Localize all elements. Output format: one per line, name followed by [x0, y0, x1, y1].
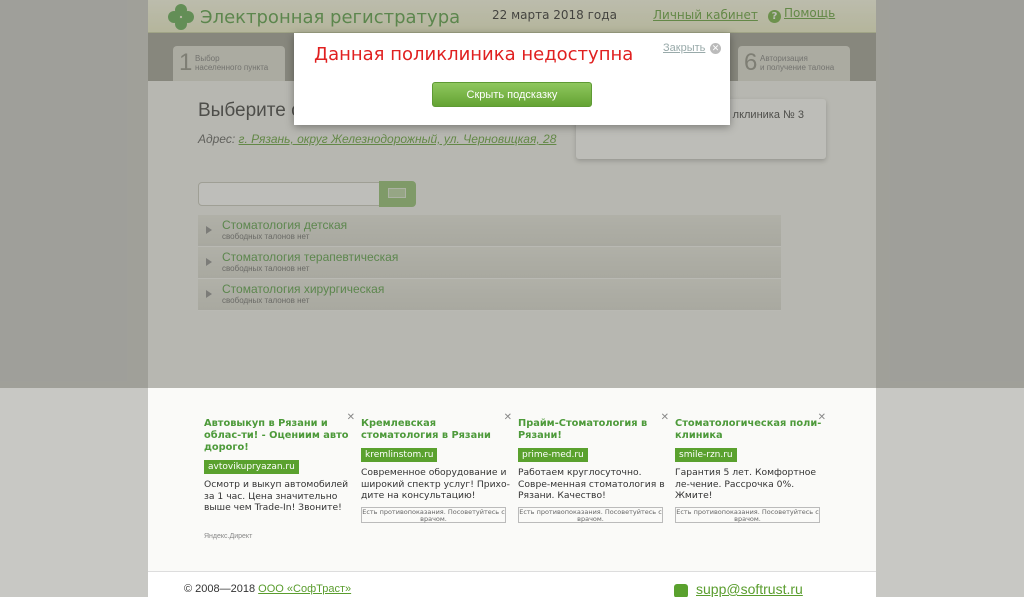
hide-hint-button[interactable]: Скрыть подсказку — [432, 82, 592, 107]
ad-text: Гарантия 5 лет. Комфортное ле-чение. Рас… — [675, 467, 816, 501]
company-link[interactable]: ООО «СофТраст» — [258, 583, 351, 595]
close-icon[interactable]: ✕ — [661, 412, 669, 423]
ad-headline[interactable]: Кремлевская стоматология в Рязани — [361, 418, 511, 442]
ad-domain[interactable]: kremlinstom.ru — [361, 448, 438, 462]
ad-warning: Есть противопоказания. Посоветуйтесь с в… — [518, 506, 663, 523]
ads-block: ✕ Автовыкуп в Рязани и облас-ти! - Оцени… — [148, 388, 876, 571]
ad-text: Современное оборудование и широкий спект… — [361, 467, 510, 501]
ad-item[interactable]: ✕ Прайм-Стоматология в Рязани! prime-med… — [518, 412, 669, 523]
ad-domain[interactable]: avtovikupryazan.ru — [204, 460, 299, 474]
footer: © 2008—2018 ООО «СофТраст» supp@softrust… — [148, 571, 876, 597]
ad-domain[interactable]: prime-med.ru — [518, 448, 588, 462]
ad-warning: Есть противопоказания. Посоветуйтесь с в… — [361, 506, 506, 523]
modal-close-link[interactable]: Закрыть — [663, 42, 705, 54]
ad-headline[interactable]: Стоматологическая поли-клиника — [675, 418, 825, 442]
support-email-link[interactable]: supp@softrust.ru — [696, 581, 803, 597]
ad-headline[interactable]: Автовыкуп в Рязани и облас-ти! - Оцениим… — [204, 418, 354, 454]
ad-domain[interactable]: smile-rzn.ru — [675, 448, 737, 462]
ad-item[interactable]: ✕ Кремлевская стоматология в Рязани krem… — [361, 412, 512, 523]
ad-warning: Есть противопоказания. Посоветуйтесь с в… — [675, 506, 820, 523]
ad-headline[interactable]: Прайм-Стоматология в Рязани! — [518, 418, 668, 442]
copyright: © 2008—2018 ООО «СофТраст» — [184, 583, 351, 595]
modal-title: Данная поликлиника недоступна — [314, 44, 634, 65]
email-icon — [674, 584, 688, 597]
close-icon[interactable]: ✕ — [347, 412, 355, 423]
ad-text: Осмотр и выкуп автомобилей за 1 час. Цен… — [204, 479, 349, 513]
ad-text: Работаем круглосуточно. Совре-менная сто… — [518, 467, 665, 501]
ad-item[interactable]: ✕ Стоматологическая поли-клиника smile-r… — [675, 412, 826, 523]
close-icon[interactable]: ✕ — [504, 412, 512, 423]
ad-item[interactable]: ✕ Автовыкуп в Рязани и облас-ти! - Оцени… — [204, 412, 355, 514]
close-icon[interactable]: ✕ — [710, 43, 721, 54]
close-icon[interactable]: ✕ — [818, 412, 826, 423]
unavailable-modal: Данная поликлиника недоступна Закрыть ✕ … — [294, 33, 730, 125]
yandex-direct-label[interactable]: Яндекс.Директ — [204, 533, 252, 540]
copyright-text: © 2008—2018 — [184, 583, 256, 595]
